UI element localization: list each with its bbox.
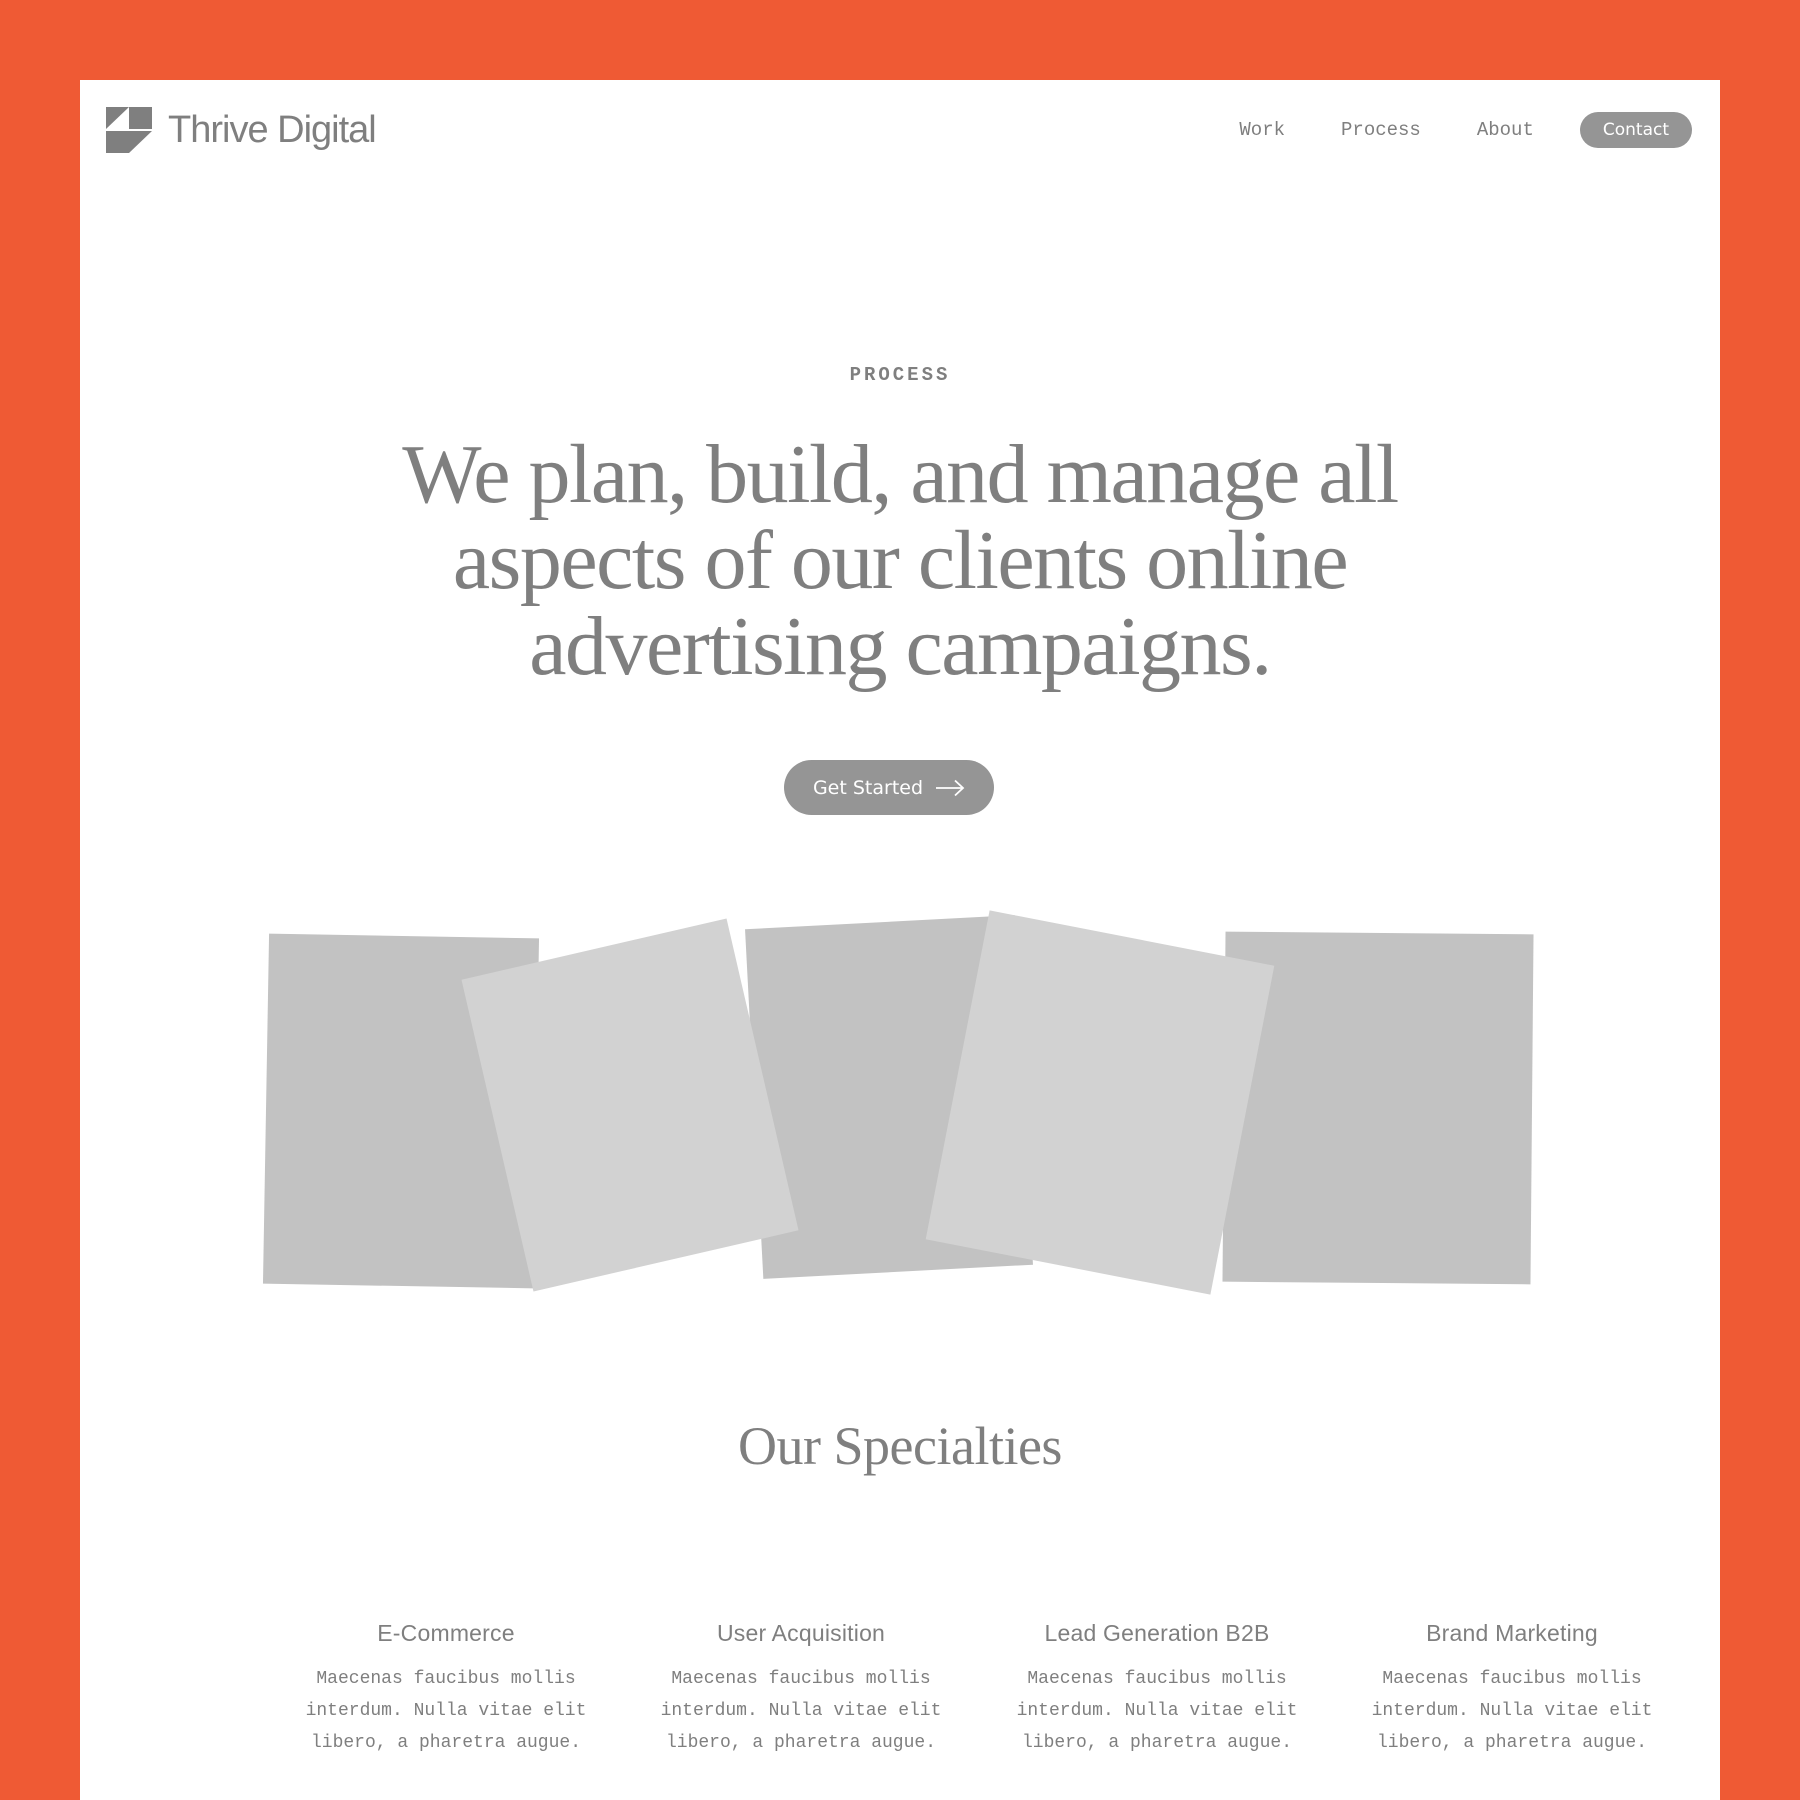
main-nav: Work Process About Contact bbox=[1239, 112, 1692, 148]
nav-link-process[interactable]: Process bbox=[1341, 119, 1421, 141]
nav-link-work[interactable]: Work bbox=[1239, 119, 1285, 141]
specialty-description: Maecenas faucibus mollis interdum. Nulla… bbox=[305, 1669, 587, 1753]
brand-logo[interactable]: Thrive Digital bbox=[106, 106, 377, 154]
get-started-button[interactable]: Get Started bbox=[784, 760, 994, 815]
specialty-title: E-Commerce bbox=[377, 1620, 515, 1646]
page-container: Thrive Digital Work Process About Contac… bbox=[80, 80, 1720, 1800]
brand-name: Thrive Digital bbox=[168, 109, 377, 151]
arrow-right-icon bbox=[936, 779, 965, 796]
specialty-user-acquisition: User Acquisition Maecenas faucibus molli… bbox=[641, 1620, 961, 1759]
specialty-description: Maecenas faucibus mollis interdum. Nulla… bbox=[660, 1669, 942, 1753]
specialty-brand-marketing: Brand Marketing Maecenas faucibus mollis… bbox=[1352, 1620, 1672, 1759]
thrive-logo-icon bbox=[106, 107, 152, 153]
specialty-lead-generation: Lead Generation B2B Maecenas faucibus mo… bbox=[997, 1620, 1317, 1759]
get-started-label: Get Started bbox=[812, 776, 924, 799]
specialty-title: Lead Generation B2B bbox=[1044, 1620, 1270, 1646]
section-eyebrow: PROCESS bbox=[849, 364, 951, 386]
nav-link-about[interactable]: About bbox=[1477, 119, 1534, 141]
specialty-ecommerce: E-Commerce Maecenas faucibus mollis inte… bbox=[286, 1620, 606, 1759]
specialties-heading: Our Specialties bbox=[738, 1416, 1062, 1476]
specialty-description: Maecenas faucibus mollis interdum. Nulla… bbox=[1371, 1669, 1653, 1753]
specialty-description: Maecenas faucibus mollis interdum. Nulla… bbox=[1016, 1669, 1298, 1753]
contact-button[interactable]: Contact bbox=[1579, 112, 1692, 148]
specialty-title: User Acquisition bbox=[716, 1620, 886, 1646]
hero-headline: We plan, build, and manage all aspects o… bbox=[402, 428, 1399, 693]
specialty-title: Brand Marketing bbox=[1426, 1620, 1598, 1646]
